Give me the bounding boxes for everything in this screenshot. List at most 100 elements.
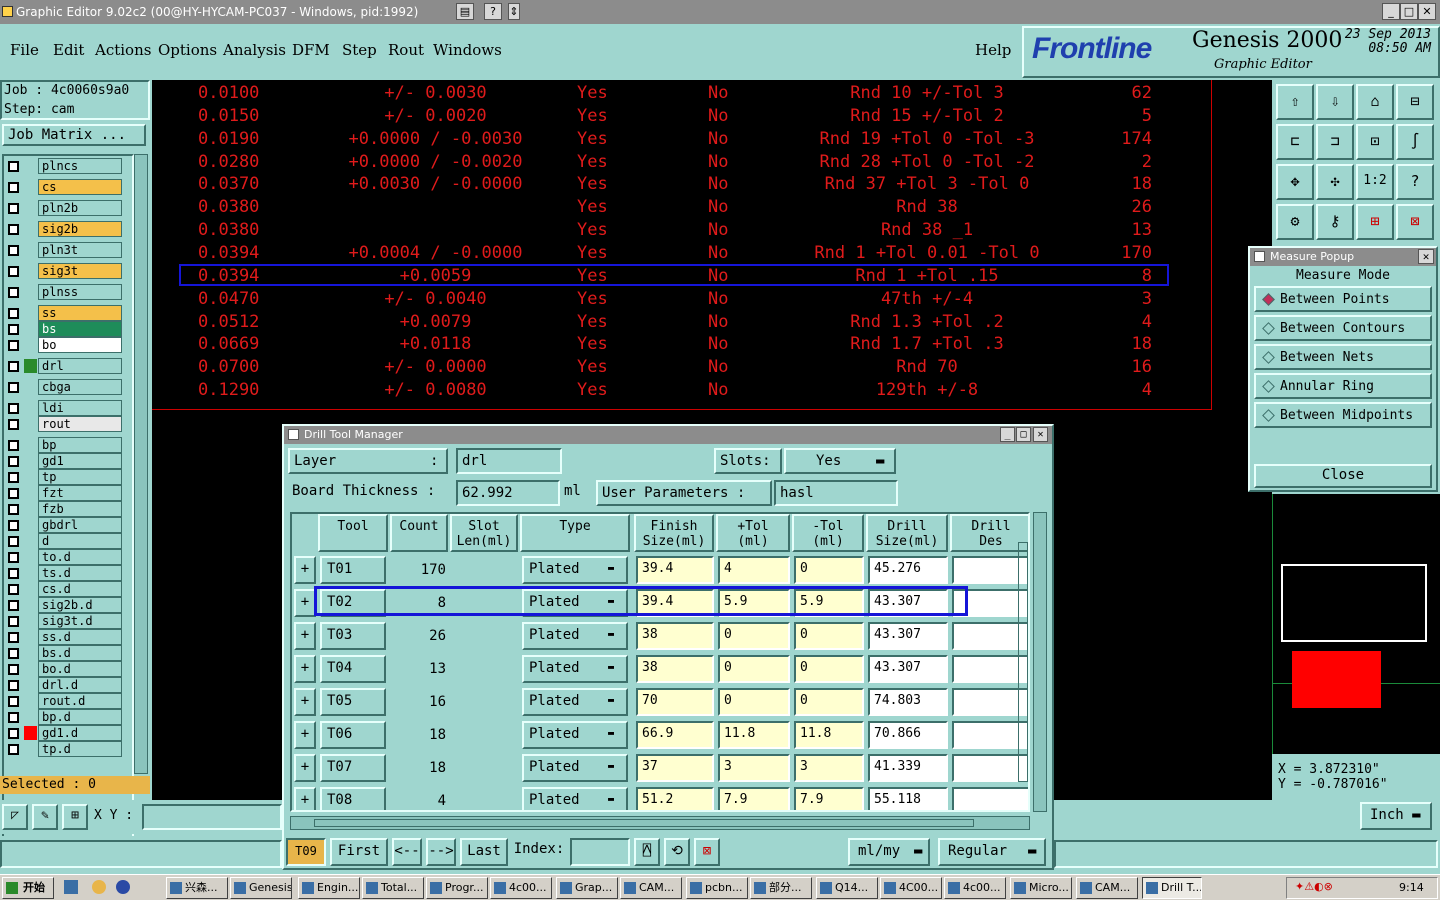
layer-row[interactable]: sig2b.d: [4, 597, 124, 613]
layer-row[interactable]: sig3t: [4, 263, 124, 279]
query-icon[interactable]: ?: [1396, 164, 1434, 200]
layer-checkbox[interactable]: [8, 340, 19, 351]
taskbar-item[interactable]: Q14...: [816, 877, 878, 899]
user-params-input[interactable]: hasl: [774, 480, 898, 506]
plus-tol-input[interactable]: 0: [718, 688, 790, 716]
tool-table-vscroll[interactable]: [1033, 512, 1047, 812]
user-params-button[interactable]: User Parameters :: [596, 480, 772, 506]
drill-des-input[interactable]: [952, 787, 1028, 810]
taskbar-item[interactable]: Engin...: [298, 877, 360, 899]
measure-option[interactable]: Between Points: [1254, 286, 1432, 312]
select-icon[interactable]: ◸: [2, 804, 28, 830]
maximize-button[interactable]: □: [1400, 3, 1418, 20]
desktop-icon[interactable]: [64, 880, 78, 894]
layer-row[interactable]: to.d: [4, 549, 124, 565]
layer-row[interactable]: drl.d: [4, 677, 124, 693]
tools-icon[interactable]: ⚙: [1276, 204, 1314, 240]
minus-tol-input[interactable]: 3: [794, 754, 864, 782]
taskbar-item[interactable]: 兴森...: [166, 877, 228, 899]
layer-checkbox[interactable]: [8, 664, 19, 675]
layer-list-scrollbar[interactable]: [134, 154, 148, 774]
layer-checkbox[interactable]: [8, 361, 19, 372]
layer-checkbox[interactable]: [8, 696, 19, 707]
grid-icon[interactable]: ⊞: [62, 804, 88, 830]
measure-option[interactable]: Between Contours: [1254, 315, 1432, 341]
layer-row[interactable]: bs: [4, 321, 124, 337]
menu-analysis[interactable]: Analysis: [223, 41, 286, 59]
layer-row[interactable]: cs.d: [4, 581, 124, 597]
drill-size-input[interactable]: 41.339: [868, 754, 948, 782]
type-dropdown[interactable]: Plated ▬: [522, 787, 628, 810]
layer-checkbox[interactable]: [8, 568, 19, 579]
layer-row[interactable]: ss.d: [4, 629, 124, 645]
layer-checkbox[interactable]: [8, 324, 19, 335]
layer-row[interactable]: fzb: [4, 501, 124, 517]
layer-row[interactable]: gbdrl: [4, 517, 124, 533]
layer-row[interactable]: tp: [4, 469, 124, 485]
menu-windows[interactable]: Windows: [433, 41, 502, 59]
layer-row[interactable]: tp.d: [4, 741, 124, 757]
units-dropdown[interactable]: Inch ▬: [1360, 802, 1432, 830]
dtm-close-button[interactable]: ✕: [1033, 427, 1048, 442]
expand-icon[interactable]: +: [294, 556, 316, 584]
next-button[interactable]: -->: [426, 838, 456, 866]
layer-checkbox[interactable]: [8, 382, 19, 393]
layer-row[interactable]: gd1: [4, 453, 124, 469]
delete-icon[interactable]: ⊠: [694, 838, 720, 866]
menu-rout[interactable]: Rout: [388, 41, 424, 59]
expand-icon[interactable]: +: [294, 622, 316, 650]
home-icon[interactable]: ⇧: [1276, 84, 1314, 120]
finish-size-input[interactable]: 39.4: [636, 556, 714, 584]
menu-actions[interactable]: Actions: [95, 41, 151, 59]
taskbar-item[interactable]: 4C00...: [880, 877, 942, 899]
taskbar-item[interactable]: Drill T...: [1142, 877, 1202, 899]
print-icon[interactable]: ▤: [456, 3, 474, 20]
dtm-maximize-button[interactable]: □: [1016, 427, 1031, 442]
pan-icon[interactable]: ✣: [1316, 164, 1354, 200]
menu-step[interactable]: Step: [342, 41, 377, 59]
layer-row[interactable]: sig2b: [4, 221, 124, 237]
layer-checkbox[interactable]: [8, 616, 19, 627]
menu-file[interactable]: File: [10, 41, 39, 59]
slots-dropdown[interactable]: Yes ▬: [784, 448, 896, 474]
thickness-input[interactable]: 62.992: [456, 480, 560, 506]
layer-row[interactable]: ldi: [4, 400, 124, 416]
dtm-minimize-button[interactable]: _: [1000, 427, 1015, 442]
layer-row[interactable]: pln3t: [4, 242, 124, 258]
drill-size-input[interactable]: 43.307: [868, 622, 948, 650]
job-matrix-button[interactable]: Job Matrix ...: [2, 124, 146, 146]
layer-checkbox[interactable]: [8, 245, 19, 256]
zoom-fit-icon[interactable]: ⊡: [1356, 124, 1394, 160]
taskbar-item[interactable]: 4c00...: [490, 877, 552, 899]
measure-option[interactable]: Annular Ring: [1254, 373, 1432, 399]
layer-row[interactable]: drl: [4, 358, 124, 374]
snap-icon[interactable]: ⊞: [1356, 204, 1394, 240]
expand-icon[interactable]: +: [294, 688, 316, 716]
plus-tol-input[interactable]: 3: [718, 754, 790, 782]
finish-size-input[interactable]: 38: [636, 655, 714, 683]
menu-edit[interactable]: Edit: [53, 41, 84, 59]
layer-row[interactable]: pln2b: [4, 200, 124, 216]
expand-icon[interactable]: +: [294, 787, 316, 810]
layer-checkbox[interactable]: [8, 472, 19, 483]
index-input[interactable]: [570, 838, 630, 866]
lock-icon[interactable]: ⍓: [634, 838, 660, 866]
measure-close-button[interactable]: Close: [1254, 464, 1432, 488]
layer-checkbox[interactable]: [8, 504, 19, 515]
minus-tol-input[interactable]: 7.9: [794, 787, 864, 810]
layer-row[interactable]: bo: [4, 337, 124, 353]
plus-tol-input[interactable]: 11.8: [718, 721, 790, 749]
layer-checkbox[interactable]: [8, 648, 19, 659]
layer-checkbox[interactable]: [8, 440, 19, 451]
layer-row[interactable]: rout: [4, 416, 124, 432]
plus-tol-input[interactable]: 0: [718, 622, 790, 650]
layer-checkbox[interactable]: [8, 456, 19, 467]
layer-checkbox[interactable]: [8, 680, 19, 691]
layer-row[interactable]: bp: [4, 437, 124, 453]
finish-size-input[interactable]: 70: [636, 688, 714, 716]
type-dropdown[interactable]: Plated ▬: [522, 754, 628, 782]
type-dropdown[interactable]: Plated ▬: [522, 688, 628, 716]
layer-row[interactable]: fzt: [4, 485, 124, 501]
clock-app-icon[interactable]: [92, 880, 106, 894]
plus-tol-input[interactable]: 4: [718, 556, 790, 584]
